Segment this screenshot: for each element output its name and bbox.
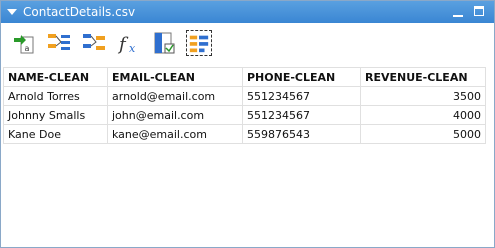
toolbar: a f x [1,23,494,63]
minimize-button[interactable] [452,6,464,18]
clean-data-icon [189,35,209,53]
column-header-phone[interactable]: PHONE-CLEAN [242,67,361,87]
column-header-revenue[interactable]: REVENUE-CLEAN [360,67,486,87]
split-columns-icon [48,34,70,50]
cell-phone[interactable]: 551234567 [242,105,361,125]
cell-revenue[interactable]: 5000 [360,124,486,144]
merge-columns-button[interactable] [81,30,107,56]
cell-email[interactable]: arnold@email.com [107,86,243,106]
window-title: ContactDetails.csv [23,5,136,19]
cell-email[interactable]: kane@email.com [107,124,243,144]
svg-text:a: a [25,44,30,53]
cell-phone[interactable]: 551234567 [242,86,361,106]
cell-name[interactable]: Johnny Smalls [3,105,108,125]
cell-name[interactable]: Arnold Torres [3,86,108,106]
merge-columns-icon [83,34,105,50]
table-row[interactable]: Kane Doe kane@email.com 559876543 5000 [3,124,486,144]
cell-revenue[interactable]: 4000 [360,105,486,125]
collapse-arrow-icon[interactable] [7,9,17,15]
import-icon: a [14,35,34,54]
data-table: NAME-CLEAN EMAIL-CLEAN PHONE-CLEAN REVEN… [3,67,486,144]
table-row[interactable]: Arnold Torres arnold@email.com 551234567… [3,86,486,106]
function-button[interactable]: f x [116,30,142,56]
cell-name[interactable]: Kane Doe [3,124,108,144]
cell-revenue[interactable]: 3500 [360,86,486,106]
validate-column-button[interactable] [151,30,177,56]
import-button[interactable]: a [11,30,37,56]
column-header-email[interactable]: EMAIL-CLEAN [107,67,243,87]
svg-text:x: x [129,42,136,55]
window-titlebar[interactable]: ContactDetails.csv [1,1,494,23]
csv-window: ContactDetails.csv a f x NAME-CLEAN EMAI… [0,0,495,248]
function-icon: f x [117,34,136,55]
header-row: NAME-CLEAN EMAIL-CLEAN PHONE-CLEAN REVEN… [3,67,486,87]
cell-phone[interactable]: 559876543 [242,124,361,144]
split-columns-button[interactable] [46,30,72,56]
table-row[interactable]: Johnny Smalls john@email.com 551234567 4… [3,105,486,125]
clean-data-button[interactable] [186,30,212,56]
data-grid: NAME-CLEAN EMAIL-CLEAN PHONE-CLEAN REVEN… [3,67,486,144]
column-header-name[interactable]: NAME-CLEAN [3,67,108,87]
cell-email[interactable]: john@email.com [107,105,243,125]
validate-column-icon [154,32,175,54]
svg-text:f: f [117,34,129,55]
maximize-button[interactable] [474,6,484,16]
